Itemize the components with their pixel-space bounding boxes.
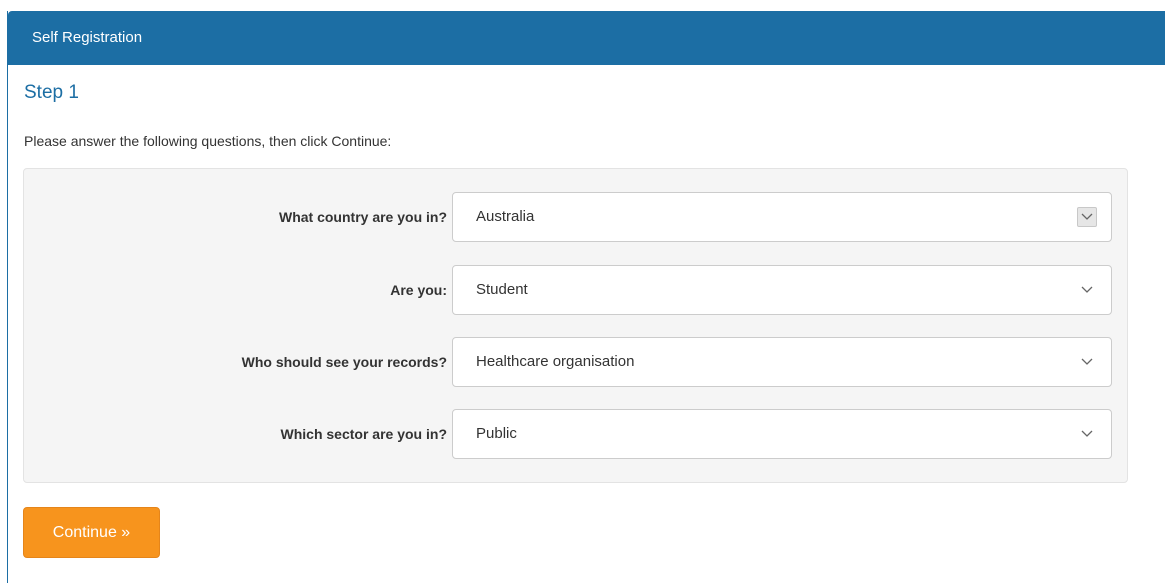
country-select[interactable]: Australia: [452, 192, 1112, 242]
country-row: What country are you in? Australia: [24, 192, 1127, 242]
questions-form: What country are you in? Australia Are y…: [23, 168, 1128, 483]
role-row: Are you: Student: [24, 265, 1127, 315]
chevron-down-icon[interactable]: [1077, 424, 1097, 444]
sector-select[interactable]: Public: [452, 409, 1112, 459]
country-select-value: Australia: [476, 208, 535, 225]
chevron-down-icon[interactable]: [1077, 280, 1097, 300]
step-title: Step 1: [24, 82, 79, 103]
sector-label: Which sector are you in?: [280, 426, 447, 442]
records-visibility-row: Who should see your records? Healthcare …: [24, 337, 1127, 387]
panel-header: Self Registration: [8, 11, 1165, 65]
role-label: Are you:: [390, 282, 447, 298]
country-label: What country are you in?: [278, 209, 447, 225]
chevron-down-icon[interactable]: [1077, 352, 1097, 372]
continue-button[interactable]: Continue »: [23, 507, 160, 558]
chevron-down-icon[interactable]: [1077, 207, 1097, 227]
records-visibility-select[interactable]: Healthcare organisation: [452, 337, 1112, 387]
records-visibility-label: Who should see your records?: [241, 354, 447, 370]
sector-select-value: Public: [476, 425, 517, 442]
role-select-value: Student: [476, 281, 528, 298]
panel-title: Self Registration: [32, 29, 143, 46]
intro-text: Please answer the following questions, t…: [24, 133, 392, 149]
page: Self Registration Step 1 Please answer t…: [0, 0, 1165, 583]
role-select[interactable]: Student: [452, 265, 1112, 315]
sector-row: Which sector are you in? Public: [24, 409, 1127, 459]
records-visibility-select-value: Healthcare organisation: [476, 353, 635, 370]
